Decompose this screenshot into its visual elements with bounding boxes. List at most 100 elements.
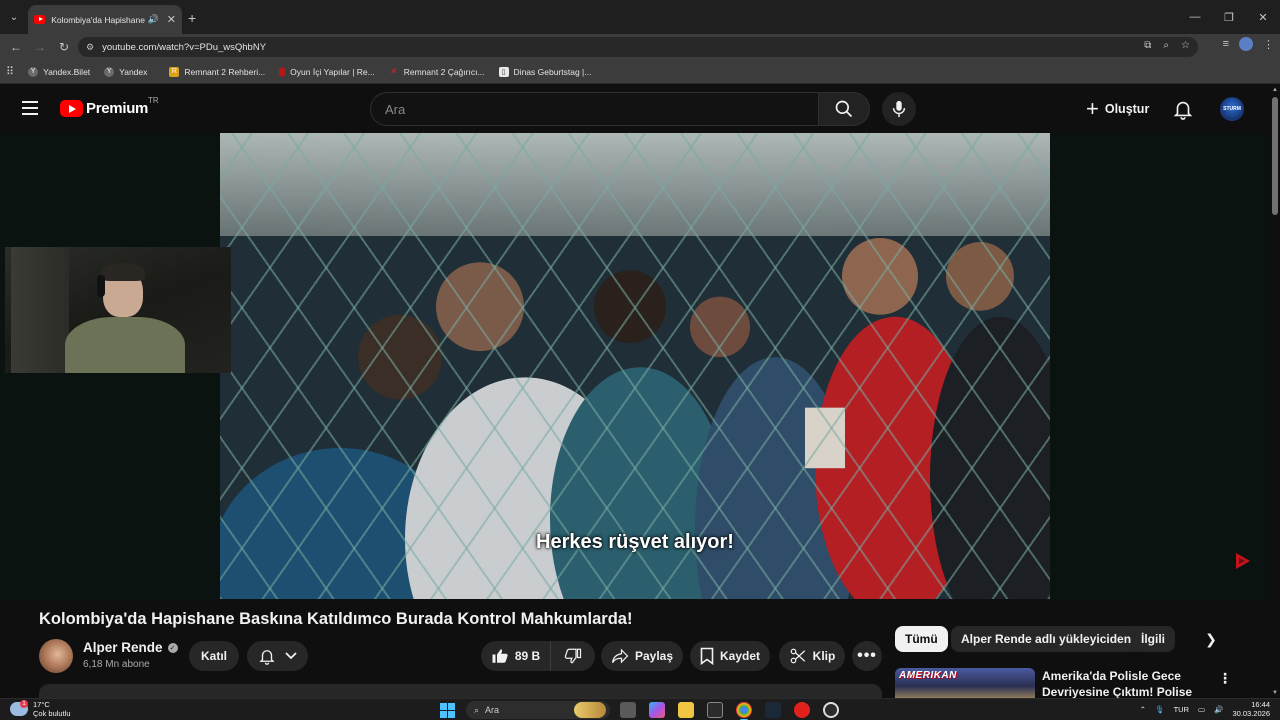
store-icon[interactable] bbox=[707, 702, 723, 718]
more-actions-button[interactable]: ••• bbox=[852, 641, 882, 671]
notifications-bell-icon[interactable] bbox=[1172, 98, 1194, 120]
microphone-icon[interactable]: 🎙 bbox=[1155, 705, 1165, 714]
avatar-text: STURM bbox=[1223, 106, 1241, 112]
screen: ⌄ Kolombiya'da Hapishane Ba 🔊 ✕ + — ❐ ✕ … bbox=[0, 0, 1280, 720]
plus-icon: + bbox=[1086, 96, 1099, 121]
like-dislike-group: 89 B bbox=[481, 641, 595, 671]
video-frame[interactable]: Herkes rüşvet alıyor! bbox=[220, 133, 1050, 599]
bookmark-oyun-ici[interactable]: Oyun İçi Yapılar | Re... bbox=[279, 66, 375, 77]
bell-icon bbox=[258, 650, 275, 665]
chevron-right-icon[interactable]: ❯ bbox=[1200, 628, 1222, 650]
bookmark-label: Yandex.Bilet bbox=[43, 66, 91, 77]
speaker-icon[interactable]: 🔊 bbox=[148, 14, 159, 25]
profile-avatar[interactable] bbox=[1239, 37, 1253, 51]
tray-overflow-icon[interactable]: ⌃ bbox=[1140, 705, 1146, 714]
copilot-icon[interactable] bbox=[649, 702, 665, 718]
address-bar[interactable]: ⚙ youtube.com/watch?v=PDu_wsQhbNY ⧉ ⌕ ☆ bbox=[78, 37, 1198, 57]
youtube-premium-logo[interactable]: Premium bbox=[60, 100, 148, 117]
channel-avatar[interactable] bbox=[39, 639, 73, 673]
scroll-up-arrow-icon[interactable]: ▲ bbox=[1272, 87, 1278, 93]
page-icon: ▯ bbox=[498, 66, 509, 77]
input-language[interactable]: TUR bbox=[1174, 705, 1189, 714]
fence-overlay bbox=[220, 133, 1050, 599]
tab-search-icon[interactable]: ⌄ bbox=[6, 9, 22, 25]
subscribed-notifications-button[interactable] bbox=[247, 641, 308, 671]
like-button[interactable]: 89 B bbox=[481, 641, 551, 671]
webcam-background bbox=[11, 247, 69, 373]
search-highlight-image bbox=[574, 702, 606, 718]
join-button[interactable]: Katıl bbox=[189, 641, 239, 671]
thumbnail-text: AMERIKAN bbox=[899, 670, 957, 681]
system-tray: ⌃ 🎙 TUR ▭ 🔊 16:44 30.03.2026 bbox=[1140, 700, 1270, 718]
more-vertical-icon[interactable]: ⋮ bbox=[1218, 670, 1232, 687]
share-arrow-icon bbox=[611, 648, 629, 664]
windows-start-icon[interactable] bbox=[440, 703, 455, 718]
bookmark-remnant-cagirici[interactable]: ✕ Remnant 2 Çağırıcı... bbox=[389, 66, 485, 77]
obs-icon[interactable] bbox=[823, 702, 839, 718]
chip-related[interactable]: İlgili bbox=[1131, 626, 1175, 652]
weather-widget[interactable]: 1 17°C Çok bulutlu bbox=[10, 700, 71, 718]
bookmark-yandex-bilet[interactable]: Y Yandex.Bilet bbox=[28, 66, 91, 77]
dislike-button[interactable] bbox=[551, 641, 595, 671]
video-player[interactable]: Herkes rüşvet alıyor! bbox=[0, 133, 1270, 599]
forward-icon[interactable]: → bbox=[28, 35, 52, 59]
new-tab-icon[interactable]: + bbox=[188, 10, 196, 26]
bookmark-star-icon[interactable]: ☆ bbox=[1181, 40, 1190, 51]
share-button[interactable]: Paylaş bbox=[601, 641, 683, 671]
youtube-app-icon[interactable] bbox=[794, 702, 810, 718]
window-close-icon[interactable]: ✕ bbox=[1246, 0, 1280, 34]
tab-close-icon[interactable]: ✕ bbox=[167, 13, 176, 26]
share-label: Paylaş bbox=[634, 649, 674, 663]
recommendation-thumbnail[interactable]: AMERIKAN bbox=[895, 668, 1035, 698]
logo-text: Premium bbox=[86, 100, 149, 117]
chip-from-uploader[interactable]: Alper Rende adlı yükleyiciden bbox=[951, 626, 1142, 652]
apps-icon[interactable]: ⠿ bbox=[6, 65, 14, 78]
display-icon[interactable]: ▭ bbox=[1198, 705, 1205, 714]
bookmark-label: Remnant 2 Rehberi... bbox=[184, 66, 266, 77]
channel-name[interactable]: Alper Rende ✓ bbox=[83, 640, 178, 655]
install-app-icon[interactable]: ⧉ bbox=[1144, 40, 1151, 51]
verified-check-icon: ✓ bbox=[167, 642, 178, 653]
scissors-icon bbox=[790, 648, 805, 664]
chrome-icon[interactable] bbox=[736, 702, 752, 720]
menu-icon[interactable] bbox=[22, 101, 38, 115]
chip-all[interactable]: Tümü bbox=[895, 626, 948, 652]
video-subtitle: Herkes rüşvet alıyor! bbox=[536, 531, 734, 553]
taskbar-search[interactable]: ⌕ Ara bbox=[466, 701, 610, 719]
voice-search-button[interactable] bbox=[882, 92, 916, 126]
search-input[interactable] bbox=[385, 101, 818, 117]
back-icon[interactable]: ← bbox=[4, 35, 28, 59]
save-button[interactable]: Kaydet bbox=[690, 641, 770, 671]
scroll-thumb[interactable] bbox=[1272, 97, 1278, 215]
media-controls-icon[interactable]: ≡ bbox=[1223, 38, 1229, 50]
steam-icon[interactable] bbox=[765, 702, 781, 718]
reload-icon[interactable]: ↻ bbox=[52, 35, 76, 59]
volume-icon[interactable]: 🔊 bbox=[1214, 705, 1223, 714]
task-view-icon[interactable] bbox=[620, 702, 636, 718]
bookmark-remnant-rehberi[interactable]: R Remnant 2 Rehberi... bbox=[169, 66, 266, 77]
chrome-menu-icon[interactable]: ⋮ bbox=[1263, 38, 1274, 51]
recommendation-title[interactable]: Amerika'da Polisle Gece Devriyesine Çıkt… bbox=[1042, 668, 1207, 698]
channel-watermark-icon[interactable] bbox=[1235, 552, 1251, 570]
youtube-header: Premium TR + Oluştur STURM bbox=[0, 85, 1280, 133]
minimize-icon[interactable]: — bbox=[1178, 0, 1212, 34]
youtube-logo-icon bbox=[60, 100, 83, 117]
bookmark-yandex[interactable]: Y Yandex bbox=[104, 66, 147, 77]
description-box[interactable] bbox=[39, 684, 882, 698]
create-button[interactable]: + Oluştur bbox=[1080, 93, 1155, 125]
browser-tab[interactable]: Kolombiya'da Hapishane Ba 🔊 ✕ bbox=[28, 5, 182, 34]
search-button[interactable] bbox=[818, 92, 870, 126]
taskbar-clock[interactable]: 16:44 30.03.2026 bbox=[1232, 700, 1270, 718]
page-scrollbar[interactable]: ▲ ▼ bbox=[1270, 85, 1280, 698]
scroll-down-arrow-icon[interactable]: ▼ bbox=[1272, 690, 1278, 696]
clip-button[interactable]: Klip bbox=[779, 641, 845, 671]
youtube-favicon-icon bbox=[34, 15, 46, 24]
channel-name-text: Alper Rende bbox=[83, 640, 163, 655]
file-explorer-icon[interactable] bbox=[678, 702, 694, 718]
zoom-icon[interactable]: ⌕ bbox=[1163, 40, 1169, 51]
save-label: Kaydet bbox=[719, 649, 760, 663]
account-avatar[interactable]: STURM bbox=[1220, 97, 1244, 121]
bookmark-dinas[interactable]: ▯ Dinas Geburtstag |... bbox=[498, 66, 591, 77]
site-info-icon[interactable]: ⚙ bbox=[86, 42, 94, 53]
restore-icon[interactable]: ❐ bbox=[1212, 0, 1246, 34]
